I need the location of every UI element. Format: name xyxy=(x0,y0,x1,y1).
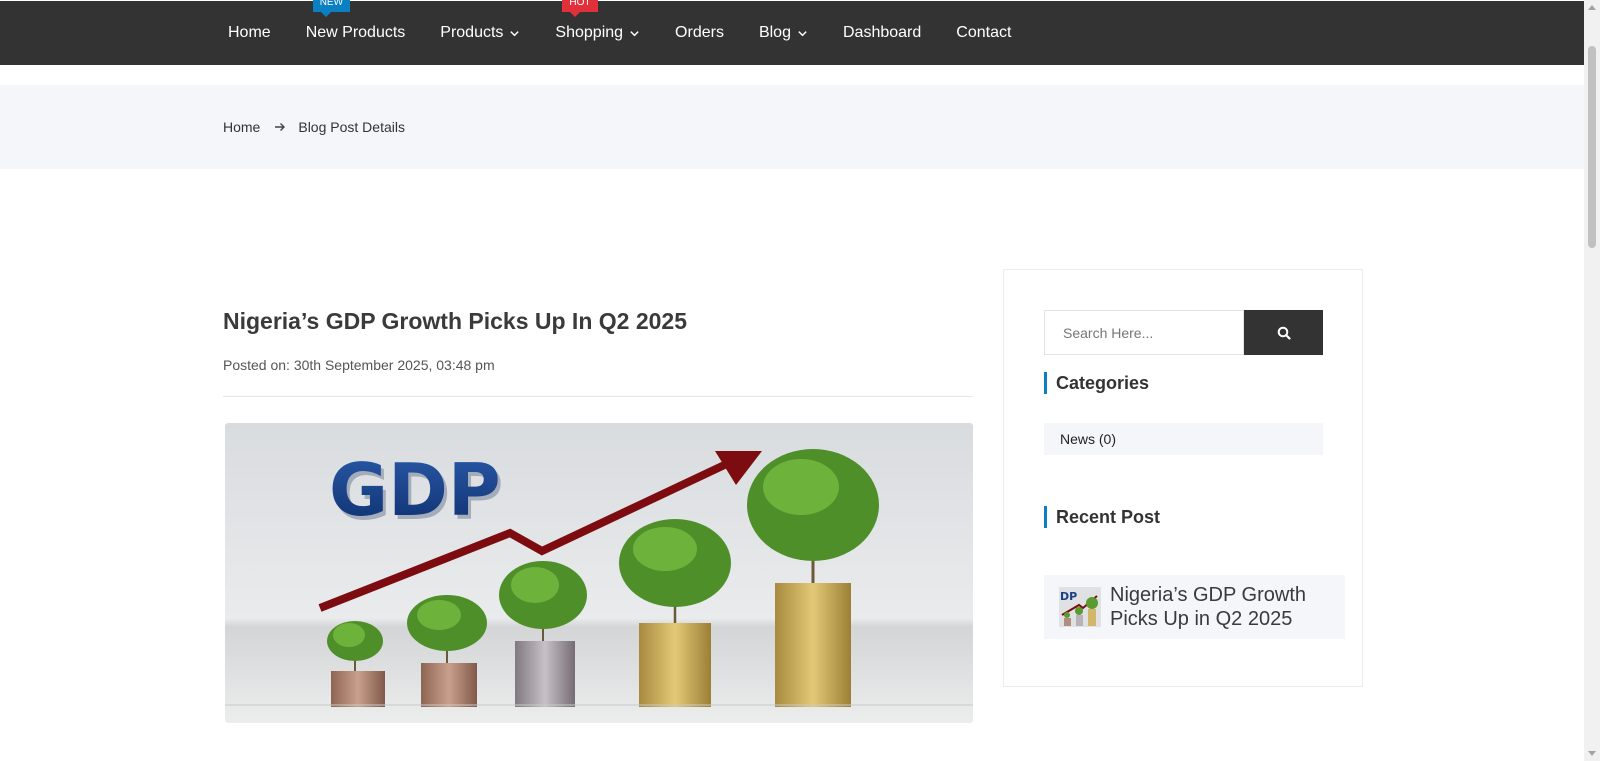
nav-item-label: Products xyxy=(440,24,504,41)
post-date: Posted on: 30th September 2025, 03:48 pm xyxy=(223,357,495,373)
nav-item-new-products[interactable]: NEW New Products xyxy=(305,0,406,42)
sidebar: Categories News (0) Recent Post DP Niger… xyxy=(1003,269,1363,687)
chevron-down-icon xyxy=(630,30,639,36)
svg-text:DP: DP xyxy=(1060,590,1077,603)
nav-item-blog[interactable]: Blog xyxy=(759,24,808,42)
nav-item-label: Orders xyxy=(675,24,724,41)
categories-heading: Categories xyxy=(1044,372,1149,394)
arrow-right-icon xyxy=(275,123,286,131)
recent-post-thumbnail: DP xyxy=(1059,587,1101,627)
post-title: Nigeria’s GDP Growth Picks Up In Q2 2025 xyxy=(223,308,687,334)
hot-badge: HOT xyxy=(562,0,598,17)
gdp-text: GDP xyxy=(329,448,501,532)
new-badge: NEW xyxy=(312,0,351,17)
breadcrumb-banner: Home Blog Post Details xyxy=(0,85,1584,169)
nav-item-label: Shopping xyxy=(555,24,624,41)
nav-item-home[interactable]: Home xyxy=(228,24,271,42)
post-featured-image: GDP GDP xyxy=(225,423,973,723)
search-button[interactable] xyxy=(1244,310,1323,355)
scroll-up-arrow-icon[interactable] xyxy=(1588,5,1596,10)
nav-item-shopping[interactable]: HOT Shopping xyxy=(555,0,640,42)
nav-item-dashboard[interactable]: Dashboard xyxy=(843,24,921,42)
nav-item-label: Home xyxy=(228,24,271,41)
scrollbar-thumb[interactable] xyxy=(1588,46,1596,248)
divider xyxy=(223,396,973,397)
category-item-news[interactable]: News (0) xyxy=(1044,423,1323,455)
nav-item-label: Dashboard xyxy=(842,24,922,41)
nav-item-products[interactable]: Products xyxy=(440,24,520,42)
scroll-down-arrow-icon[interactable] xyxy=(1588,751,1596,756)
nav-item-label: New Products xyxy=(305,24,406,41)
breadcrumb-current: Blog Post Details xyxy=(298,119,405,135)
recent-post-heading: Recent Post xyxy=(1044,506,1160,528)
top-navigation-bar: Home NEW New Products Products HOT Shopp… xyxy=(0,0,1584,65)
category-label: News (0) xyxy=(1060,431,1117,447)
recent-post-item[interactable]: DP Nigeria’s GDP Growth Picks Up in Q2 2… xyxy=(1044,575,1345,639)
breadcrumb-home-link[interactable]: Home xyxy=(223,119,260,135)
nav-item-label: Contact xyxy=(956,24,1012,41)
breadcrumb: Home Blog Post Details xyxy=(223,119,405,135)
chevron-down-icon xyxy=(798,30,807,36)
nav-item-label: Blog xyxy=(758,24,791,41)
nav-menu: Home NEW New Products Products HOT Shopp… xyxy=(228,0,1046,65)
gdp-growth-illustration: GDP GDP xyxy=(225,423,973,723)
recent-post-title: Nigeria’s GDP Growth Picks Up in Q2 2025 xyxy=(1110,584,1306,630)
search-icon xyxy=(1277,326,1291,340)
search-input[interactable] xyxy=(1044,310,1244,355)
nav-item-orders[interactable]: Orders xyxy=(675,24,724,42)
nav-item-contact[interactable]: Contact xyxy=(956,24,1011,42)
page-scrollbar[interactable] xyxy=(1584,0,1600,761)
chevron-down-icon xyxy=(510,30,520,36)
